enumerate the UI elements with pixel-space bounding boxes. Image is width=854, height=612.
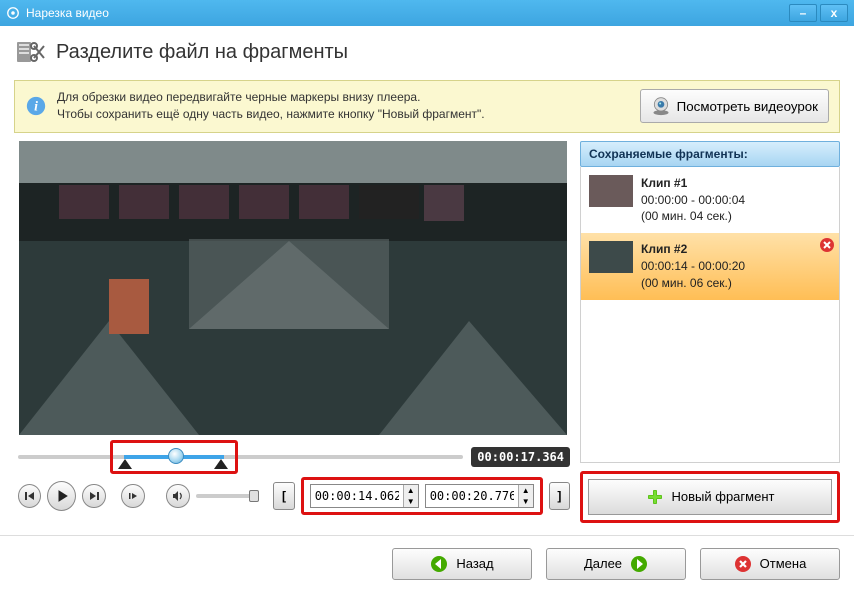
set-start-button[interactable]: [ xyxy=(273,482,294,510)
next-label: Далее xyxy=(584,556,622,571)
fragment-item[interactable]: Клип #1 00:00:00 - 00:00:04 (00 мин. 04 … xyxy=(581,167,839,233)
minimize-button[interactable]: – xyxy=(789,4,817,22)
end-time-spinner[interactable]: ▲▼ xyxy=(425,484,534,508)
timeline-track xyxy=(18,455,463,459)
volume-knob[interactable] xyxy=(249,490,259,502)
window-title: Нарезка видео xyxy=(26,6,109,20)
fragment-title: Клип #2 xyxy=(641,241,745,258)
start-time-input[interactable] xyxy=(311,485,403,507)
webcam-icon xyxy=(651,96,671,116)
fragment-range: 00:00:14 - 00:00:20 xyxy=(641,259,745,273)
timeline[interactable] xyxy=(18,445,463,469)
volume-slider[interactable] xyxy=(196,494,256,498)
fragment-thumb xyxy=(589,175,633,207)
fragment-duration: (00 мин. 06 сек.) xyxy=(641,276,732,290)
tutorial-label: Посмотреть видеоурок xyxy=(677,99,818,114)
cancel-label: Отмена xyxy=(760,556,807,571)
back-button[interactable]: Назад xyxy=(392,548,532,580)
arrow-left-icon xyxy=(430,555,448,573)
next-button[interactable]: Далее xyxy=(546,548,686,580)
tutorial-button[interactable]: Посмотреть видеоурок xyxy=(640,89,829,123)
start-time-up[interactable]: ▲ xyxy=(404,485,418,496)
next-frame-button[interactable] xyxy=(82,484,105,508)
set-end-button[interactable]: ] xyxy=(549,482,570,510)
app-icon xyxy=(6,6,20,20)
video-preview[interactable] xyxy=(19,141,567,435)
fragments-header: Сохраняемые фрагменты: xyxy=(580,141,840,167)
titlebar: Нарезка видео – x xyxy=(0,0,854,26)
volume-button[interactable] xyxy=(166,484,189,508)
end-time-up[interactable]: ▲ xyxy=(519,485,533,496)
cancel-icon xyxy=(734,555,752,573)
delete-fragment-icon[interactable] xyxy=(819,237,835,253)
info-icon: i xyxy=(25,95,47,117)
fragments-column: Сохраняемые фрагменты: Клип #1 00:00:00 … xyxy=(580,141,840,523)
cancel-button[interactable]: Отмена xyxy=(700,548,840,580)
new-fragment-label: Новый фрагмент xyxy=(672,489,775,504)
svg-text:i: i xyxy=(34,99,38,114)
fragment-duration: (00 мин. 04 сек.) xyxy=(641,209,732,223)
scissors-film-icon xyxy=(14,36,46,68)
plus-icon xyxy=(646,488,664,506)
playhead[interactable] xyxy=(168,448,184,464)
player-column: 00:00:17.364 [ ▲▼ ▲▼ xyxy=(14,141,574,523)
arrow-right-icon xyxy=(630,555,648,573)
range-end-handle[interactable] xyxy=(214,459,228,469)
close-button[interactable]: x xyxy=(820,4,848,22)
total-time-badge: 00:00:17.364 xyxy=(471,447,570,467)
footer: Назад Далее Отмена xyxy=(0,535,854,592)
play-button[interactable] xyxy=(47,481,76,511)
range-start-handle[interactable] xyxy=(118,459,132,469)
info-line2: Чтобы сохранить ещё одну часть видео, на… xyxy=(57,106,630,123)
fragments-list: Клип #1 00:00:00 - 00:00:04 (00 мин. 04 … xyxy=(580,167,840,463)
start-time-down[interactable]: ▼ xyxy=(404,496,418,507)
prev-frame-button[interactable] xyxy=(18,484,41,508)
controls-row: [ ▲▼ ▲▼ ] xyxy=(18,477,570,515)
info-text: Для обрезки видео передвигайте черные ма… xyxy=(57,89,630,124)
new-fragment-button[interactable]: Новый фрагмент xyxy=(588,479,832,515)
fragment-item[interactable]: Клип #2 00:00:14 - 00:00:20 (00 мин. 06 … xyxy=(581,233,839,299)
end-time-input[interactable] xyxy=(426,485,518,507)
page-title: Разделите файл на фрагменты xyxy=(56,41,348,64)
end-time-down[interactable]: ▼ xyxy=(519,496,533,507)
page-header: Разделите файл на фрагменты xyxy=(0,26,854,80)
step-forward-button[interactable] xyxy=(121,484,144,508)
fragment-range: 00:00:00 - 00:00:04 xyxy=(641,193,745,207)
new-fragment-highlight: Новый фрагмент xyxy=(580,471,840,523)
time-inputs-highlight: ▲▼ ▲▼ xyxy=(301,477,543,515)
fragment-title: Клип #1 xyxy=(641,175,745,192)
fragment-thumb xyxy=(589,241,633,273)
info-banner: i Для обрезки видео передвигайте черные … xyxy=(14,80,840,133)
info-line1: Для обрезки видео передвигайте черные ма… xyxy=(57,89,630,106)
start-time-spinner[interactable]: ▲▼ xyxy=(310,484,419,508)
back-label: Назад xyxy=(456,556,493,571)
